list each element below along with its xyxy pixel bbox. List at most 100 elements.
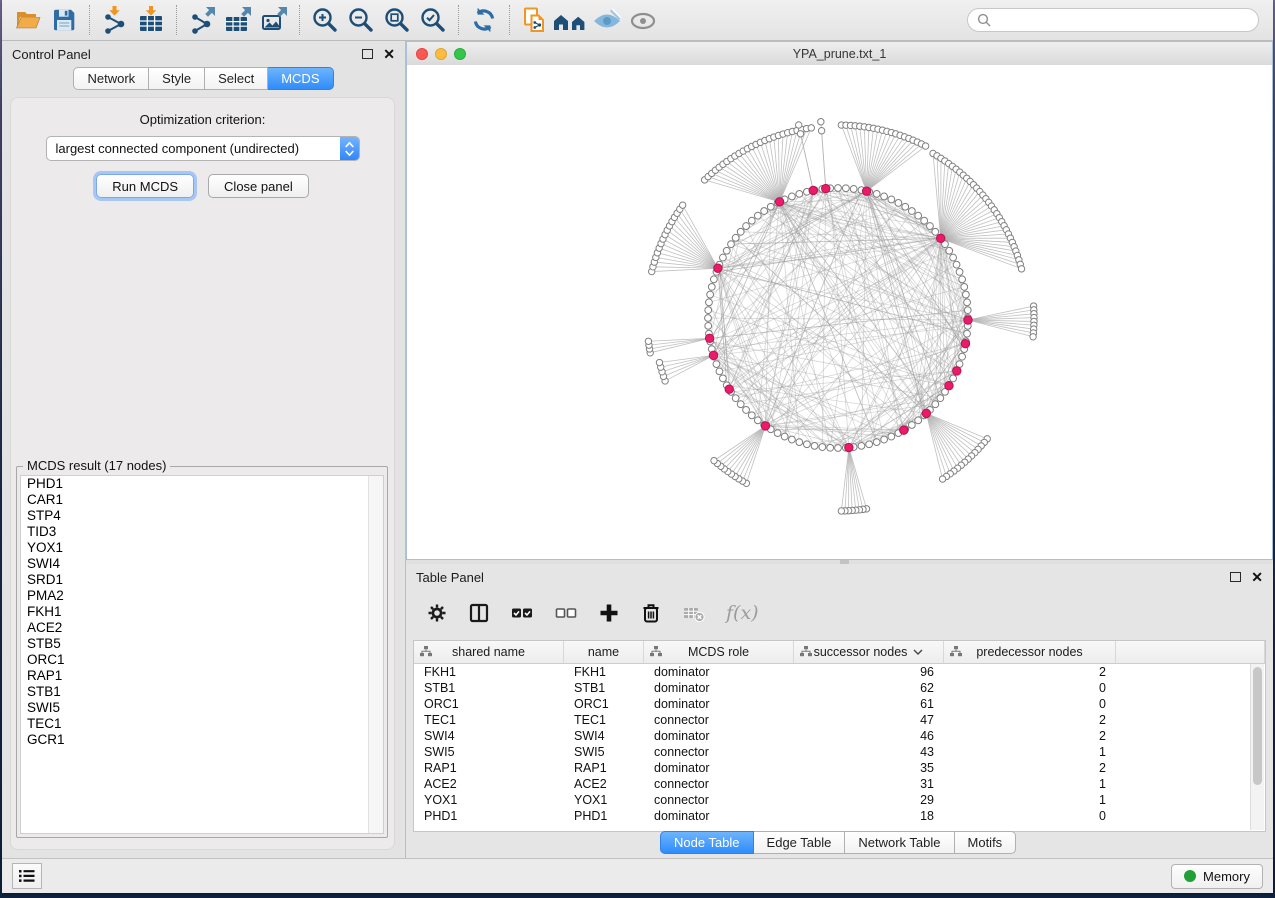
table-row[interactable]: STB1STB1dominator620 xyxy=(414,680,1265,696)
table-cell: YOX1 xyxy=(564,792,644,808)
float-table-panel-icon[interactable] xyxy=(1230,572,1241,582)
run-mcds-button[interactable]: Run MCDS xyxy=(96,174,194,198)
mcds-node-item[interactable]: GCR1 xyxy=(21,732,383,748)
mcds-panel: Optimization criterion: largest connecte… xyxy=(10,97,395,850)
mcds-node-item[interactable]: STB1 xyxy=(21,684,383,700)
import-network-glyph xyxy=(101,6,129,34)
table-row[interactable]: PHD1PHD1dominator180 xyxy=(414,808,1265,824)
column-header-predecessor-nodes[interactable]: predecessor nodes xyxy=(944,641,1116,663)
criterion-dropdown[interactable]: largest connected component (undirected) xyxy=(46,136,360,161)
table-header-row: shared namenameMCDS rolesuccessor nodesp… xyxy=(414,641,1265,664)
zoom-fit-icon[interactable] xyxy=(379,3,415,37)
mcds-node-item[interactable]: SWI5 xyxy=(21,700,383,716)
zoom-in-icon[interactable] xyxy=(307,3,343,37)
search-field[interactable] xyxy=(967,8,1259,32)
delete-columns-icon[interactable] xyxy=(640,602,662,624)
criterion-value: largest connected component (undirected) xyxy=(47,141,340,156)
node-table[interactable]: shared namenameMCDS rolesuccessor nodesp… xyxy=(413,640,1266,832)
tab-mcds[interactable]: MCDS xyxy=(268,67,333,90)
table-row[interactable]: ORC1ORC1dominator610 xyxy=(414,696,1265,712)
zoom-selected-glyph xyxy=(419,6,447,34)
tab-network-table[interactable]: Network Table xyxy=(845,831,954,854)
table-row[interactable]: RAP1RAP1dominator352 xyxy=(414,760,1265,776)
table-cell: 2 xyxy=(944,760,1116,776)
zoom-fit-glyph xyxy=(383,6,411,34)
toolbar-separator xyxy=(509,5,510,35)
close-panel-button[interactable]: Close panel xyxy=(208,174,309,198)
search-icon xyxy=(977,13,991,27)
deselect-all-rows-icon[interactable] xyxy=(554,602,578,624)
export-image-icon[interactable] xyxy=(256,3,292,37)
mcds-node-item[interactable]: ORC1 xyxy=(21,652,383,668)
refresh-view-icon[interactable] xyxy=(466,3,502,37)
mcds-node-item[interactable]: FKH1 xyxy=(21,604,383,620)
mcds-node-item[interactable]: STB5 xyxy=(21,636,383,652)
table-settings-icon[interactable] xyxy=(426,602,448,624)
mcds-node-item[interactable]: ACE2 xyxy=(21,620,383,636)
memory-button[interactable]: Memory xyxy=(1171,864,1263,889)
column-header-shared-name[interactable]: shared name xyxy=(414,641,564,663)
mcds-node-item[interactable]: PMA2 xyxy=(21,588,383,604)
tab-network[interactable]: Network xyxy=(73,67,149,90)
table-scrollbar[interactable] xyxy=(1250,664,1264,830)
table-panel: Table Panel ✕ xyxy=(406,564,1273,858)
float-panel-icon[interactable] xyxy=(362,49,373,59)
add-column-icon[interactable] xyxy=(598,602,620,624)
column-header-name[interactable]: name xyxy=(564,641,644,663)
select-all-rows-icon[interactable] xyxy=(510,602,534,624)
export-network-icon[interactable] xyxy=(184,3,220,37)
tab-style[interactable]: Style xyxy=(149,67,205,90)
mcds-node-item[interactable]: STP4 xyxy=(21,508,383,524)
column-header-mcds-role[interactable]: MCDS role xyxy=(644,641,794,663)
close-panel-icon[interactable]: ✕ xyxy=(383,47,395,61)
first-neighbors-icon[interactable] xyxy=(553,3,589,37)
mcds-node-item[interactable]: YOX1 xyxy=(21,540,383,556)
import-table-icon[interactable] xyxy=(133,3,169,37)
show-all-icon[interactable] xyxy=(625,3,661,37)
table-row[interactable]: ACE2ACE2connector311 xyxy=(414,776,1265,792)
hide-selected-icon[interactable] xyxy=(589,3,625,37)
save-session-icon[interactable] xyxy=(46,3,82,37)
mcds-result-list[interactable]: PHD1CAR1STP4TID3YOX1SWI4SRD1PMA2FKH1ACE2… xyxy=(20,475,384,834)
tab-select[interactable]: Select xyxy=(205,67,268,90)
tab-node-table[interactable]: Node Table xyxy=(660,831,754,854)
eye-slash-glyph xyxy=(592,6,622,34)
mcds-node-item[interactable]: PHD1 xyxy=(21,476,383,492)
export-table-icon[interactable] xyxy=(220,3,256,37)
network-graph[interactable] xyxy=(407,65,1272,559)
table-cell: 2 xyxy=(944,712,1116,728)
mcds-node-item[interactable]: CAR1 xyxy=(21,492,383,508)
network-window-title: YPA_prune.txt_1 xyxy=(407,47,1272,61)
task-history-icon[interactable] xyxy=(12,863,42,889)
duplicate-network-icon[interactable] xyxy=(517,3,553,37)
search-input[interactable] xyxy=(997,12,1249,29)
mcds-node-item[interactable]: TID3 xyxy=(21,524,383,540)
column-header-successor-nodes[interactable]: successor nodes xyxy=(794,641,944,663)
table-row[interactable]: SWI5SWI5connector431 xyxy=(414,744,1265,760)
list-scrollbar[interactable] xyxy=(368,476,383,833)
mcds-node-item[interactable]: RAP1 xyxy=(21,668,383,684)
mcds-node-item[interactable]: SRD1 xyxy=(21,572,383,588)
delete-table-icon[interactable] xyxy=(682,602,706,624)
table-cell: 61 xyxy=(794,696,944,712)
open-file-icon[interactable] xyxy=(10,3,46,37)
table-row[interactable]: TEC1TEC1connector472 xyxy=(414,712,1265,728)
network-canvas[interactable] xyxy=(407,65,1272,559)
table-row[interactable]: YOX1YOX1connector291 xyxy=(414,792,1265,808)
import-table-glyph xyxy=(137,6,165,34)
tab-motifs[interactable]: Motifs xyxy=(955,831,1017,854)
import-network-icon[interactable] xyxy=(97,3,133,37)
mcds-node-item[interactable]: SWI4 xyxy=(21,556,383,572)
table-cell: SWI4 xyxy=(414,728,564,744)
close-table-panel-icon[interactable]: ✕ xyxy=(1251,570,1263,584)
apply-function-icon[interactable]: f(x) xyxy=(726,602,759,624)
table-row[interactable]: FKH1FKH1dominator962 xyxy=(414,664,1265,680)
mcds-node-item[interactable]: TEC1 xyxy=(21,716,383,732)
table-cell: 43 xyxy=(794,744,944,760)
zoom-out-icon[interactable] xyxy=(343,3,379,37)
zoom-selected-icon[interactable] xyxy=(415,3,451,37)
show-columns-icon[interactable] xyxy=(468,602,490,624)
scrollbar-thumb[interactable] xyxy=(1253,667,1262,785)
table-row[interactable]: SWI4SWI4dominator462 xyxy=(414,728,1265,744)
tab-edge-table[interactable]: Edge Table xyxy=(754,831,846,854)
